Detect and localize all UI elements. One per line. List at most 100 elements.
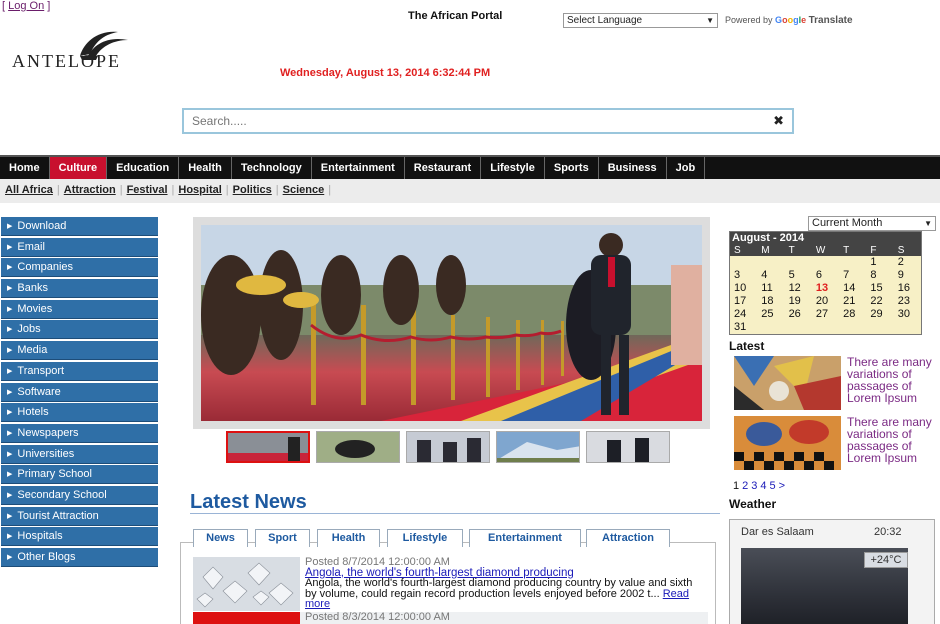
- calendar-day[interactable]: 3: [730, 269, 757, 282]
- calendar-day[interactable]: 10: [730, 282, 757, 295]
- sub-nav-item-science[interactable]: Science: [283, 184, 325, 196]
- sidebar-item-secondary-school[interactable]: ▶ Secondary School: [1, 485, 158, 505]
- calendar-day[interactable]: 22: [866, 295, 893, 308]
- tab-attraction[interactable]: Attraction: [586, 529, 670, 547]
- main-nav-item-job[interactable]: Job: [667, 157, 706, 179]
- latest-thumbnail[interactable]: [734, 356, 841, 410]
- latest-text-link[interactable]: There are many variations of passages of…: [847, 416, 939, 464]
- calendar-day[interactable]: 23: [894, 295, 921, 308]
- sub-nav-item-politics[interactable]: Politics: [233, 184, 272, 196]
- sidebar-item-jobs[interactable]: ▶ Jobs: [1, 320, 158, 340]
- calendar-day[interactable]: 7: [839, 269, 866, 282]
- calendar-day[interactable]: 16: [894, 282, 921, 295]
- main-nav-item-sports[interactable]: Sports: [545, 157, 599, 179]
- main-nav-item-home[interactable]: Home: [0, 157, 50, 179]
- calendar-day[interactable]: 25: [757, 308, 784, 321]
- antelope-logo[interactable]: ANTELOPE: [10, 28, 180, 73]
- sidebar-item-media[interactable]: ▶ Media: [1, 341, 158, 361]
- tab-health[interactable]: Health: [317, 529, 380, 547]
- calendar-day[interactable]: 18: [757, 295, 784, 308]
- calendar-day[interactable]: 28: [839, 308, 866, 321]
- sidebar-item-other-blogs[interactable]: ▶ Other Blogs: [1, 548, 158, 567]
- calendar-day[interactable]: 12: [785, 282, 812, 295]
- pager-page[interactable]: 3: [751, 480, 757, 492]
- sidebar-item-email[interactable]: ▶ Email: [1, 237, 158, 257]
- main-nav-item-lifestyle[interactable]: Lifestyle: [481, 157, 545, 179]
- search-input[interactable]: [184, 110, 744, 132]
- calendar-day[interactable]: 26: [785, 308, 812, 321]
- sidebar-item-hospitals[interactable]: ▶ Hospitals: [1, 527, 158, 547]
- sidebar-item-transport[interactable]: ▶ Transport: [1, 361, 158, 381]
- sub-nav-item-attraction[interactable]: Attraction: [64, 184, 116, 196]
- sidebar-item-companies[interactable]: ▶ Companies: [1, 258, 158, 278]
- month-select[interactable]: Current Month ▼: [808, 216, 936, 231]
- latest-item[interactable]: There are many variations of passages of…: [734, 356, 939, 410]
- sidebar-item-movies[interactable]: ▶ Movies: [1, 299, 158, 319]
- sidebar-item-tourist-attraction[interactable]: ▶ Tourist Attraction: [1, 506, 158, 526]
- calendar-day[interactable]: 31: [730, 321, 757, 334]
- main-nav-item-health[interactable]: Health: [179, 157, 232, 179]
- slider-thumbnail[interactable]: [496, 431, 580, 463]
- sidebar-item-newspapers[interactable]: ▶ Newspapers: [1, 423, 158, 443]
- main-nav-item-technology[interactable]: Technology: [232, 157, 312, 179]
- sidebar-item-software[interactable]: ▶ Software: [1, 382, 158, 402]
- main-nav-item-entertainment[interactable]: Entertainment: [312, 157, 405, 179]
- calendar-day[interactable]: 30: [894, 308, 921, 321]
- calendar-day[interactable]: 15: [866, 282, 893, 295]
- news-thumbnail[interactable]: [193, 612, 300, 624]
- latest-item[interactable]: There are many variations of passages of…: [734, 416, 939, 470]
- calendar-day[interactable]: 14: [839, 282, 866, 295]
- calendar-day[interactable]: 27: [812, 308, 839, 321]
- pager-page[interactable]: 5: [770, 480, 776, 492]
- pager-page[interactable]: 1: [733, 480, 739, 492]
- calendar-day[interactable]: 5: [785, 269, 812, 282]
- close-icon[interactable]: ✖: [773, 113, 784, 129]
- pager-page[interactable]: 4: [760, 480, 766, 492]
- calendar-day[interactable]: 24: [730, 308, 757, 321]
- sidebar-item-universities[interactable]: ▶ Universities: [1, 444, 158, 464]
- featured-image[interactable]: [201, 225, 702, 421]
- tab-entertainment[interactable]: Entertainment: [469, 529, 581, 547]
- calendar-day[interactable]: 29: [866, 308, 893, 321]
- tab-lifestyle[interactable]: Lifestyle: [387, 529, 463, 547]
- main-nav-item-restaurant[interactable]: Restaurant: [405, 157, 482, 179]
- slider-thumbnail[interactable]: [316, 431, 400, 463]
- search-box: ✖: [182, 108, 794, 134]
- calendar-day[interactable]: 13: [812, 282, 839, 295]
- main-nav-item-business[interactable]: Business: [599, 157, 667, 179]
- sub-nav-item-festival[interactable]: Festival: [127, 184, 168, 196]
- calendar-day[interactable]: 20: [812, 295, 839, 308]
- calendar-day[interactable]: 9: [894, 269, 921, 282]
- pager-next[interactable]: >: [779, 480, 785, 492]
- slider-thumbnail[interactable]: [226, 431, 310, 463]
- main-nav-item-education[interactable]: Education: [107, 157, 180, 179]
- calendar-day[interactable]: 17: [730, 295, 757, 308]
- sidebar-item-banks[interactable]: ▶ Banks: [1, 279, 158, 299]
- news-thumbnail[interactable]: [193, 557, 300, 611]
- slider-thumbnail[interactable]: [406, 431, 490, 463]
- calendar-day[interactable]: 1: [866, 256, 893, 269]
- sub-nav-item-hospital[interactable]: Hospital: [178, 184, 221, 196]
- calendar-day[interactable]: 4: [757, 269, 784, 282]
- sub-nav-item-all-africa[interactable]: All Africa: [5, 184, 53, 196]
- calendar-day[interactable]: 6: [812, 269, 839, 282]
- calendar-day[interactable]: 21: [839, 295, 866, 308]
- slider-thumbnail[interactable]: [586, 431, 670, 463]
- calendar-day[interactable]: 8: [866, 269, 893, 282]
- tab-news[interactable]: News: [193, 529, 248, 547]
- sidebar-item-download[interactable]: ▶ Download: [1, 217, 158, 236]
- featured-slider[interactable]: [193, 217, 710, 429]
- translate-label[interactable]: Translate: [809, 15, 853, 26]
- login-link[interactable]: Log On: [8, 0, 44, 12]
- main-nav-item-culture[interactable]: Culture: [49, 157, 108, 179]
- language-select[interactable]: Select Language ▼: [563, 13, 718, 28]
- calendar-day[interactable]: 11: [757, 282, 784, 295]
- latest-thumbnail[interactable]: [734, 416, 841, 470]
- sidebar-item-hotels[interactable]: ▶ Hotels: [1, 403, 158, 423]
- calendar-day[interactable]: 19: [785, 295, 812, 308]
- tab-sport[interactable]: Sport: [255, 529, 310, 547]
- sidebar-item-primary-school[interactable]: ▶ Primary School: [1, 465, 158, 485]
- calendar-day[interactable]: 2: [894, 256, 921, 269]
- latest-text-link[interactable]: There are many variations of passages of…: [847, 356, 939, 404]
- pager-page[interactable]: 2: [742, 480, 748, 492]
